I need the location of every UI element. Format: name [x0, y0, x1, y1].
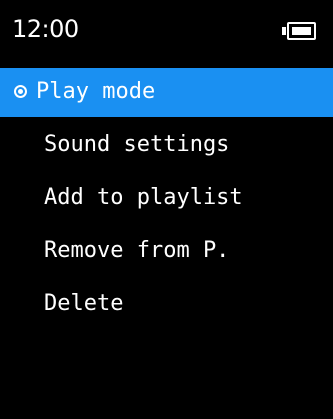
- menu-item-delete[interactable]: Delete: [0, 280, 333, 329]
- menu-item-sound-settings[interactable]: Sound settings: [0, 121, 333, 170]
- menu-item-label: Sound settings: [44, 132, 230, 157]
- battery-level-fill: [292, 27, 311, 35]
- menu-item-label: Play mode: [36, 79, 156, 104]
- battery-body: [287, 22, 316, 40]
- menu-item-add-to-playlist[interactable]: Add to playlist: [0, 174, 333, 223]
- clock-time: 12:00: [12, 15, 79, 43]
- menu-item-play-mode[interactable]: Play mode: [0, 68, 333, 117]
- menu-item-label: Remove from P.: [44, 238, 230, 263]
- device-screen: 12:00 Play mode Sound settings Add to pl…: [0, 0, 333, 419]
- radio-selected-icon: [14, 85, 27, 98]
- menu-item-label: Add to playlist: [44, 185, 243, 210]
- battery-icon: [282, 22, 316, 40]
- options-menu: Play mode Sound settings Add to playlist…: [0, 68, 333, 386]
- status-bar: 12:00: [0, 0, 333, 60]
- battery-terminal: [282, 27, 286, 35]
- menu-item-empty: [0, 333, 333, 382]
- menu-item-label: Delete: [44, 291, 124, 316]
- menu-item-remove-from-playlist[interactable]: Remove from P.: [0, 227, 333, 276]
